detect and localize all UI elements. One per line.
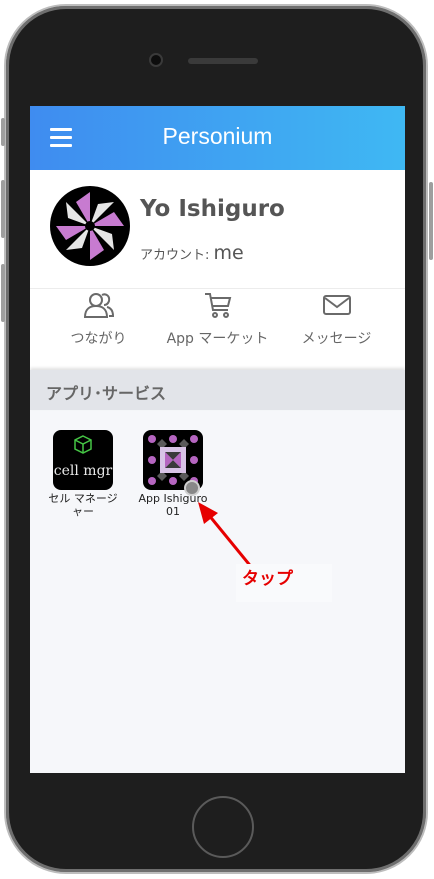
section-title: アプリ･サービス	[46, 384, 167, 403]
apps-section-header: アプリ･サービス	[30, 370, 405, 410]
contacts-icon	[83, 293, 114, 318]
profile-divider	[30, 288, 405, 289]
cart-icon	[204, 293, 231, 318]
volume-down-button[interactable]	[1, 264, 5, 322]
cell-manager-icon-text: cell mgr	[53, 463, 113, 479]
app-tile-label: セル マネージャー	[48, 492, 118, 518]
app-title: Personium	[162, 123, 273, 149]
quick-action-label: メッセージ	[301, 331, 372, 347]
quick-action-connections[interactable]: つながり	[36, 290, 161, 360]
quick-action-label: App マーケット	[166, 331, 269, 347]
home-button[interactable]	[192, 796, 254, 858]
quick-action-label: つながり	[70, 331, 127, 347]
earpiece-speaker	[188, 58, 258, 64]
app-tile-cell-manager[interactable]: cell mgr セル マネージャー	[48, 430, 118, 518]
account-label: アカウント:	[140, 248, 214, 263]
mail-icon	[322, 295, 351, 315]
power-button[interactable]	[429, 182, 433, 260]
account-info: アカウント: me	[140, 242, 244, 264]
profile-card: Yo Ishiguro アカウント: me つながり App マーケット メッセ…	[30, 170, 405, 370]
tap-annotation: タップ	[236, 564, 332, 602]
mute-switch[interactable]	[1, 118, 5, 146]
app-bar: Personium	[30, 106, 405, 170]
cube-icon	[74, 435, 92, 454]
user-name: Yo Ishiguro	[140, 196, 285, 222]
volume-up-button[interactable]	[1, 180, 5, 238]
phone-screen: Personium Yo Ishiguro アカウント: me つながり App…	[30, 106, 405, 773]
cell-manager-icon: cell mgr	[53, 430, 113, 490]
account-value: me	[213, 242, 244, 264]
avatar[interactable]	[50, 186, 130, 266]
quick-action-messages[interactable]: メッセージ	[274, 290, 399, 360]
quick-action-app-market[interactable]: App マーケット	[155, 290, 280, 360]
front-camera	[149, 53, 163, 67]
touch-indicator	[184, 480, 200, 496]
